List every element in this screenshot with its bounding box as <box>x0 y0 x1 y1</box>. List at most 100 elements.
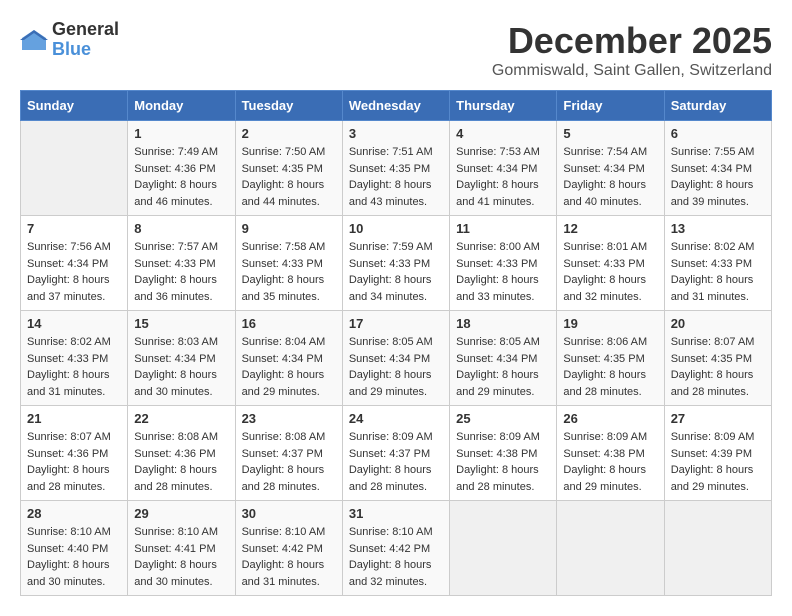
sunrise-text: Sunrise: 8:09 AM <box>671 431 755 443</box>
day-cell: 27 Sunrise: 8:09 AM Sunset: 4:39 PM Dayl… <box>664 406 771 501</box>
cell-content: Sunrise: 8:06 AM Sunset: 4:35 PM Dayligh… <box>563 334 657 400</box>
sunrise-text: Sunrise: 7:55 AM <box>671 146 755 158</box>
day-cell: 9 Sunrise: 7:58 AM Sunset: 4:33 PM Dayli… <box>235 216 342 311</box>
day-cell: 8 Sunrise: 7:57 AM Sunset: 4:33 PM Dayli… <box>128 216 235 311</box>
day-cell: 10 Sunrise: 7:59 AM Sunset: 4:33 PM Dayl… <box>342 216 449 311</box>
cell-content: Sunrise: 7:54 AM Sunset: 4:34 PM Dayligh… <box>563 144 657 210</box>
calendar-table: SundayMondayTuesdayWednesdayThursdayFrid… <box>20 90 772 596</box>
sunset-text: Sunset: 4:42 PM <box>349 543 430 555</box>
daylight-text: Daylight: 8 hours and 35 minutes. <box>242 274 325 303</box>
sunrise-text: Sunrise: 7:54 AM <box>563 146 647 158</box>
day-cell: 1 Sunrise: 7:49 AM Sunset: 4:36 PM Dayli… <box>128 121 235 216</box>
day-number: 22 <box>134 411 228 426</box>
cell-content: Sunrise: 8:01 AM Sunset: 4:33 PM Dayligh… <box>563 239 657 305</box>
cell-content: Sunrise: 7:57 AM Sunset: 4:33 PM Dayligh… <box>134 239 228 305</box>
daylight-text: Daylight: 8 hours and 43 minutes. <box>349 179 432 208</box>
sunrise-text: Sunrise: 7:50 AM <box>242 146 326 158</box>
day-cell: 14 Sunrise: 8:02 AM Sunset: 4:33 PM Dayl… <box>21 311 128 406</box>
sunrise-text: Sunrise: 8:07 AM <box>671 336 755 348</box>
daylight-text: Daylight: 8 hours and 37 minutes. <box>27 274 110 303</box>
cell-content: Sunrise: 7:51 AM Sunset: 4:35 PM Dayligh… <box>349 144 443 210</box>
day-cell <box>664 501 771 596</box>
daylight-text: Daylight: 8 hours and 28 minutes. <box>456 464 539 493</box>
cell-content: Sunrise: 7:58 AM Sunset: 4:33 PM Dayligh… <box>242 239 336 305</box>
day-number: 19 <box>563 316 657 331</box>
daylight-text: Daylight: 8 hours and 36 minutes. <box>134 274 217 303</box>
cell-content: Sunrise: 8:09 AM Sunset: 4:38 PM Dayligh… <box>456 429 550 495</box>
day-number: 31 <box>349 506 443 521</box>
sunrise-text: Sunrise: 8:09 AM <box>563 431 647 443</box>
day-number: 15 <box>134 316 228 331</box>
day-number: 4 <box>456 126 550 141</box>
day-cell: 29 Sunrise: 8:10 AM Sunset: 4:41 PM Dayl… <box>128 501 235 596</box>
daylight-text: Daylight: 8 hours and 39 minutes. <box>671 179 754 208</box>
day-number: 6 <box>671 126 765 141</box>
sunrise-text: Sunrise: 7:51 AM <box>349 146 433 158</box>
daylight-text: Daylight: 8 hours and 29 minutes. <box>456 369 539 398</box>
sunset-text: Sunset: 4:33 PM <box>671 258 752 270</box>
daylight-text: Daylight: 8 hours and 46 minutes. <box>134 179 217 208</box>
day-number: 21 <box>27 411 121 426</box>
week-row-0: 1 Sunrise: 7:49 AM Sunset: 4:36 PM Dayli… <box>21 121 772 216</box>
cell-content: Sunrise: 8:10 AM Sunset: 4:42 PM Dayligh… <box>242 524 336 590</box>
week-row-4: 28 Sunrise: 8:10 AM Sunset: 4:40 PM Dayl… <box>21 501 772 596</box>
sunset-text: Sunset: 4:34 PM <box>563 163 644 175</box>
day-cell: 25 Sunrise: 8:09 AM Sunset: 4:38 PM Dayl… <box>450 406 557 501</box>
day-number: 3 <box>349 126 443 141</box>
day-cell: 15 Sunrise: 8:03 AM Sunset: 4:34 PM Dayl… <box>128 311 235 406</box>
cell-content: Sunrise: 7:50 AM Sunset: 4:35 PM Dayligh… <box>242 144 336 210</box>
day-cell: 3 Sunrise: 7:51 AM Sunset: 4:35 PM Dayli… <box>342 121 449 216</box>
day-cell: 21 Sunrise: 8:07 AM Sunset: 4:36 PM Dayl… <box>21 406 128 501</box>
daylight-text: Daylight: 8 hours and 33 minutes. <box>456 274 539 303</box>
header-cell-monday: Monday <box>128 91 235 121</box>
day-cell: 13 Sunrise: 8:02 AM Sunset: 4:33 PM Dayl… <box>664 216 771 311</box>
logo-text: General Blue <box>52 20 119 60</box>
day-number: 11 <box>456 221 550 236</box>
cell-content: Sunrise: 8:00 AM Sunset: 4:33 PM Dayligh… <box>456 239 550 305</box>
sunrise-text: Sunrise: 7:59 AM <box>349 241 433 253</box>
day-cell: 31 Sunrise: 8:10 AM Sunset: 4:42 PM Dayl… <box>342 501 449 596</box>
daylight-text: Daylight: 8 hours and 30 minutes. <box>27 559 110 588</box>
day-number: 26 <box>563 411 657 426</box>
cell-content: Sunrise: 8:09 AM Sunset: 4:38 PM Dayligh… <box>563 429 657 495</box>
daylight-text: Daylight: 8 hours and 29 minutes. <box>349 369 432 398</box>
daylight-text: Daylight: 8 hours and 32 minutes. <box>349 559 432 588</box>
week-row-2: 14 Sunrise: 8:02 AM Sunset: 4:33 PM Dayl… <box>21 311 772 406</box>
day-cell <box>557 501 664 596</box>
daylight-text: Daylight: 8 hours and 31 minutes. <box>242 559 325 588</box>
day-number: 8 <box>134 221 228 236</box>
sunset-text: Sunset: 4:33 PM <box>456 258 537 270</box>
sunrise-text: Sunrise: 7:49 AM <box>134 146 218 158</box>
header-cell-tuesday: Tuesday <box>235 91 342 121</box>
sunrise-text: Sunrise: 8:07 AM <box>27 431 111 443</box>
daylight-text: Daylight: 8 hours and 28 minutes. <box>27 464 110 493</box>
day-number: 20 <box>671 316 765 331</box>
daylight-text: Daylight: 8 hours and 29 minutes. <box>242 369 325 398</box>
sunset-text: Sunset: 4:35 PM <box>349 163 430 175</box>
cell-content: Sunrise: 8:05 AM Sunset: 4:34 PM Dayligh… <box>349 334 443 400</box>
sunset-text: Sunset: 4:38 PM <box>563 448 644 460</box>
day-cell: 16 Sunrise: 8:04 AM Sunset: 4:34 PM Dayl… <box>235 311 342 406</box>
sunrise-text: Sunrise: 8:00 AM <box>456 241 540 253</box>
title-section: December 2025 Gommiswald, Saint Gallen, … <box>492 20 772 80</box>
day-number: 23 <box>242 411 336 426</box>
day-cell: 20 Sunrise: 8:07 AM Sunset: 4:35 PM Dayl… <box>664 311 771 406</box>
daylight-text: Daylight: 8 hours and 41 minutes. <box>456 179 539 208</box>
daylight-text: Daylight: 8 hours and 28 minutes. <box>242 464 325 493</box>
sunset-text: Sunset: 4:42 PM <box>242 543 323 555</box>
day-cell <box>450 501 557 596</box>
sunrise-text: Sunrise: 7:56 AM <box>27 241 111 253</box>
sunset-text: Sunset: 4:37 PM <box>349 448 430 460</box>
cell-content: Sunrise: 7:55 AM Sunset: 4:34 PM Dayligh… <box>671 144 765 210</box>
daylight-text: Daylight: 8 hours and 30 minutes. <box>134 559 217 588</box>
cell-content: Sunrise: 8:09 AM Sunset: 4:37 PM Dayligh… <box>349 429 443 495</box>
cell-content: Sunrise: 7:59 AM Sunset: 4:33 PM Dayligh… <box>349 239 443 305</box>
sunrise-text: Sunrise: 8:06 AM <box>563 336 647 348</box>
sunrise-text: Sunrise: 7:57 AM <box>134 241 218 253</box>
day-cell: 5 Sunrise: 7:54 AM Sunset: 4:34 PM Dayli… <box>557 121 664 216</box>
month-title: December 2025 <box>492 20 772 62</box>
daylight-text: Daylight: 8 hours and 30 minutes. <box>134 369 217 398</box>
calendar-body: 1 Sunrise: 7:49 AM Sunset: 4:36 PM Dayli… <box>21 121 772 596</box>
daylight-text: Daylight: 8 hours and 28 minutes. <box>134 464 217 493</box>
sunset-text: Sunset: 4:35 PM <box>242 163 323 175</box>
